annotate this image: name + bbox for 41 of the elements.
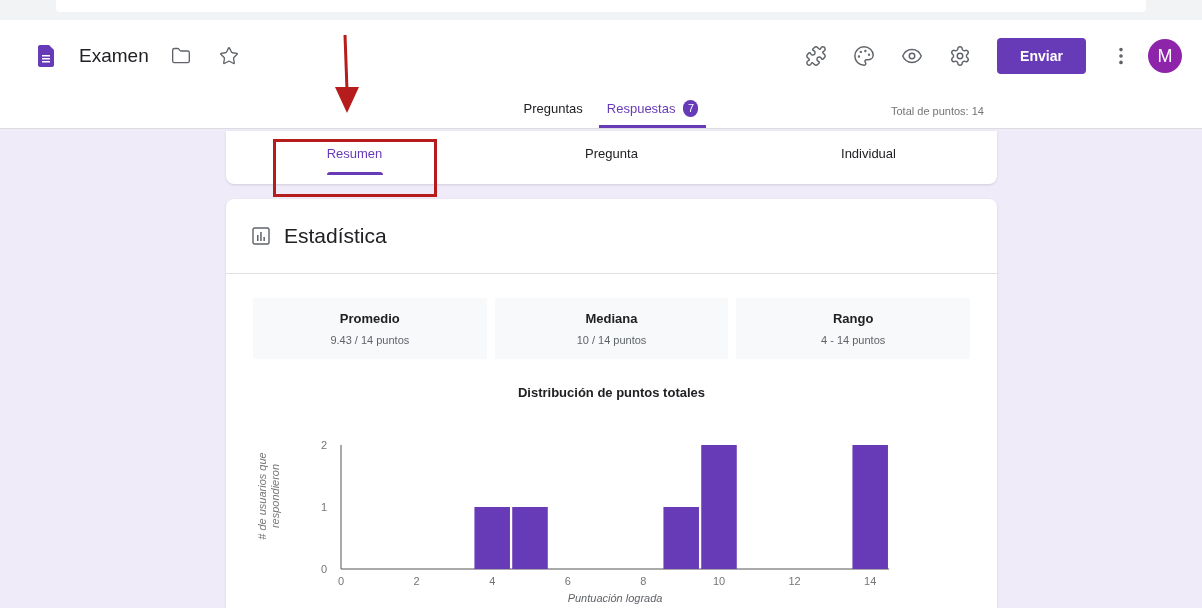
x-axis-label: Puntuación lograda bbox=[567, 591, 663, 604]
bar bbox=[512, 506, 548, 569]
stat-label: Promedio bbox=[339, 309, 400, 328]
folder-icon[interactable] bbox=[170, 46, 191, 66]
count-badge: 7 bbox=[683, 100, 699, 117]
y-axis-label: # de usuarios que respondieron bbox=[256, 450, 282, 542]
y-tick-label: 1 bbox=[320, 500, 327, 513]
subtab[interactable]: Resumen bbox=[226, 131, 483, 184]
x-tick-label: 14 bbox=[864, 574, 877, 587]
form-document-icon[interactable] bbox=[38, 45, 54, 67]
x-tick-label: 6 bbox=[564, 574, 571, 587]
stat-label: Mediana bbox=[585, 309, 638, 328]
chart-icon bbox=[252, 227, 270, 245]
settings-icon[interactable] bbox=[949, 45, 971, 67]
stat-label: Rango bbox=[832, 309, 874, 328]
tab[interactable]: Respuestas 7 bbox=[598, 92, 707, 128]
tab[interactable]: Preguntas bbox=[515, 92, 591, 128]
total-points: Total de puntos: 14 bbox=[891, 104, 984, 119]
x-tick-label: 4 bbox=[489, 574, 496, 587]
add-ons-icon[interactable] bbox=[805, 45, 827, 67]
bar bbox=[663, 506, 699, 569]
form-title[interactable]: Examen bbox=[79, 41, 149, 71]
star-icon[interactable] bbox=[218, 46, 239, 66]
x-tick-label: 12 bbox=[788, 574, 801, 587]
y-tick-label: 2 bbox=[320, 438, 327, 451]
x-tick-label: 10 bbox=[712, 574, 726, 587]
subtab[interactable]: Individual bbox=[740, 131, 997, 184]
subtab[interactable]: Pregunta bbox=[483, 131, 740, 184]
x-tick-label: 0 bbox=[337, 574, 345, 587]
palette-icon[interactable] bbox=[853, 45, 875, 67]
x-tick-label: 8 bbox=[640, 574, 647, 587]
stat-value: 9.43 / 14 puntos bbox=[330, 333, 410, 348]
x-tick-label: 2 bbox=[413, 574, 420, 587]
chart-title: Distribución de puntos totales bbox=[517, 384, 706, 402]
stat-value: 4 - 14 puntos bbox=[821, 333, 886, 348]
y-tick-label: 0 bbox=[320, 562, 327, 575]
send-button[interactable]: Enviar bbox=[997, 38, 1086, 74]
avatar[interactable]: M bbox=[1148, 39, 1182, 73]
section-title: Estadística bbox=[284, 223, 387, 250]
bar bbox=[474, 506, 510, 569]
stat-value: 10 / 14 puntos bbox=[576, 333, 647, 348]
